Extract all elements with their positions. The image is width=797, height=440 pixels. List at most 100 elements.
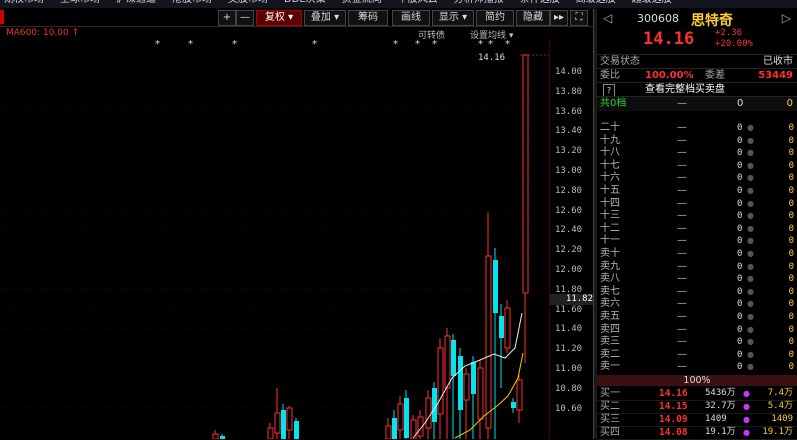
- top-tab[interactable]: 个股风云: [394, 0, 450, 6]
- change-amount: +2.36: [715, 28, 743, 38]
- top-tab[interactable]: 期权市场: [0, 0, 56, 6]
- axis-tick-label: 13.40: [555, 126, 583, 137]
- diff-value: 53449: [758, 70, 793, 81]
- display-dropdown[interactable]: 显示 ▾: [432, 10, 474, 26]
- candle-body: [397, 403, 404, 431]
- level-volume: 0: [737, 173, 743, 184]
- event-marker-icon: *: [155, 39, 160, 50]
- chart-menu-icon[interactable]: [0, 10, 4, 24]
- level-label: 卖一: [600, 361, 620, 373]
- level-price: —: [677, 134, 687, 146]
- sell-level-row[interactable]: 十九 — 0 ● 0: [597, 135, 797, 147]
- sell-level-row[interactable]: 十三 — 0 ● 0: [597, 210, 797, 222]
- buy-level-row[interactable]: 买一 14.16 5436万 ● 7.4万: [597, 387, 797, 401]
- top-tab[interactable]: 沪深通道: [112, 0, 168, 6]
- axis-tick-label: 12.80: [555, 185, 583, 196]
- fuquan-dropdown[interactable]: 复权 ▾: [256, 10, 302, 26]
- level-volume: 0: [737, 223, 743, 234]
- hide-button[interactable]: 隐藏: [516, 10, 550, 26]
- level-label: 卖二: [600, 348, 620, 360]
- sell-level-row[interactable]: 卖四 — 0 ● 0: [597, 324, 797, 336]
- sell-level-row[interactable]: 卖三 — 0 ● 0: [597, 336, 797, 348]
- next-icon[interactable]: ▸▸: [550, 10, 568, 26]
- prev-stock-icon[interactable]: ◁: [603, 11, 612, 25]
- overlay-label: 叠加: [310, 12, 331, 23]
- level-price: —: [677, 159, 687, 171]
- top-tab[interactable]: 高级选股: [572, 0, 628, 6]
- candle-body: [463, 373, 470, 401]
- sell-level-row[interactable]: 十七 — 0 ● 0: [597, 160, 797, 172]
- draw-line-button[interactable]: 画线: [392, 10, 430, 26]
- buy-level-row[interactable]: 买二 14.15 32.7万 ● 5.4万: [597, 400, 797, 414]
- level-label: 十三: [600, 210, 620, 222]
- level-volume: 0: [737, 236, 743, 247]
- top-tab[interactable]: 美股市场: [224, 0, 280, 6]
- level-extra: 5.4万: [767, 401, 793, 411]
- chips-button[interactable]: 筹码: [348, 10, 388, 26]
- top-tab[interactable]: 资金流向: [338, 0, 394, 6]
- level-label: 二十: [600, 122, 620, 133]
- simple-button[interactable]: 简约: [476, 10, 514, 26]
- sell-level-row[interactable]: 卖十 — 0 ● 0: [597, 248, 797, 260]
- sell-level-row[interactable]: 卖七 — 0 ● 0: [597, 286, 797, 298]
- sell-level-row[interactable]: 卖五 — 0 ● 0: [597, 311, 797, 323]
- sell-level-row[interactable]: 十八 — 0 ● 0: [597, 147, 797, 159]
- level-volume: 0: [737, 286, 743, 297]
- buy-level-row[interactable]: 买四 14.08 19.1万 ● 19.1万: [597, 426, 797, 440]
- event-marker-icon: *: [432, 39, 437, 50]
- sell-level-row[interactable]: 十四 — 0 ● 0: [597, 198, 797, 210]
- total-levels-v1: 0: [737, 98, 744, 109]
- sell-level-row[interactable]: 十六 — 0 ● 0: [597, 172, 797, 184]
- top-tab[interactable]: 全球市场: [56, 0, 112, 6]
- top-tab[interactable]: 条件选股: [516, 0, 572, 6]
- level-marker-icon: ●: [747, 274, 754, 284]
- candle-body: [281, 410, 286, 439]
- ratio-row: 委比 100.00% 委差 53449: [597, 68, 797, 83]
- top-tab[interactable]: 分析师播报: [450, 0, 516, 6]
- candle-body: [444, 335, 451, 389]
- sell-level-row[interactable]: 卖二 — 0 ● 0: [597, 349, 797, 361]
- level-volume: 0: [737, 148, 743, 159]
- sell-level-row[interactable]: 二十 — 0 ● 0: [597, 122, 797, 134]
- sell-level-row[interactable]: 卖八 — 0 ● 0: [597, 273, 797, 285]
- sell-level-row[interactable]: 卖一 — 0 ● 0: [597, 361, 797, 373]
- level-price: —: [677, 197, 687, 209]
- level-extra: 0: [788, 249, 794, 259]
- level-volume: 0: [737, 186, 743, 196]
- total-levels-row: 共0档 — 0 0: [597, 96, 797, 111]
- level-marker-icon: ●: [743, 415, 750, 424]
- sell-level-row[interactable]: 卖九 — 0 ● 0: [597, 261, 797, 273]
- axis-tick-label: 13.80: [555, 86, 583, 97]
- event-marker-icon: *: [393, 39, 398, 50]
- full-book-link[interactable]: 查看完整档买卖盘: [645, 83, 725, 97]
- axis-tick-label: 13.00: [555, 166, 583, 176]
- expand-icon[interactable]: ⛶: [570, 10, 588, 26]
- candle-body: [516, 379, 523, 411]
- axis-tick-label: 14.00: [555, 67, 583, 77]
- level-volume: 0: [737, 261, 743, 272]
- level-price: 14.09: [659, 414, 688, 425]
- top-tab[interactable]: 超级选股: [628, 0, 684, 6]
- buy-level-row[interactable]: 买三 14.09 1409 ● 1409: [597, 413, 797, 427]
- sell-level-row[interactable]: 十五 — 0 ● 0: [597, 185, 797, 197]
- zoom-out-button[interactable]: —: [236, 10, 254, 26]
- candlestick-chart[interactable]: * * * * * * * * * * 14.16: [0, 38, 549, 439]
- diff-label: 委差: [705, 70, 725, 81]
- top-tab[interactable]: DDE决策: [280, 0, 338, 6]
- sell-level-row[interactable]: 十一 — 0 ● 0: [597, 235, 797, 247]
- trade-status-value: 已收市: [763, 56, 793, 67]
- zoom-in-button[interactable]: +: [218, 10, 236, 26]
- level-volume: 0: [737, 160, 743, 171]
- full-book-row[interactable]: ? 查看完整档买卖盘: [597, 82, 797, 97]
- level-extra: 0: [788, 324, 794, 335]
- level-volume: 0: [737, 337, 743, 348]
- next-stock-icon[interactable]: ▷: [782, 11, 791, 25]
- level-price: —: [677, 235, 687, 247]
- last-price: 14.16: [643, 29, 695, 49]
- top-tab[interactable]: 港股市场: [168, 0, 224, 6]
- current-price-marker: 11.82: [550, 294, 593, 305]
- sell-level-row[interactable]: 卖六 — 0 ● 0: [597, 298, 797, 310]
- sell-level-row[interactable]: 十二 — 0 ● 0: [597, 223, 797, 235]
- overlay-dropdown[interactable]: 叠加 ▾: [304, 10, 346, 26]
- level-price: —: [677, 147, 687, 159]
